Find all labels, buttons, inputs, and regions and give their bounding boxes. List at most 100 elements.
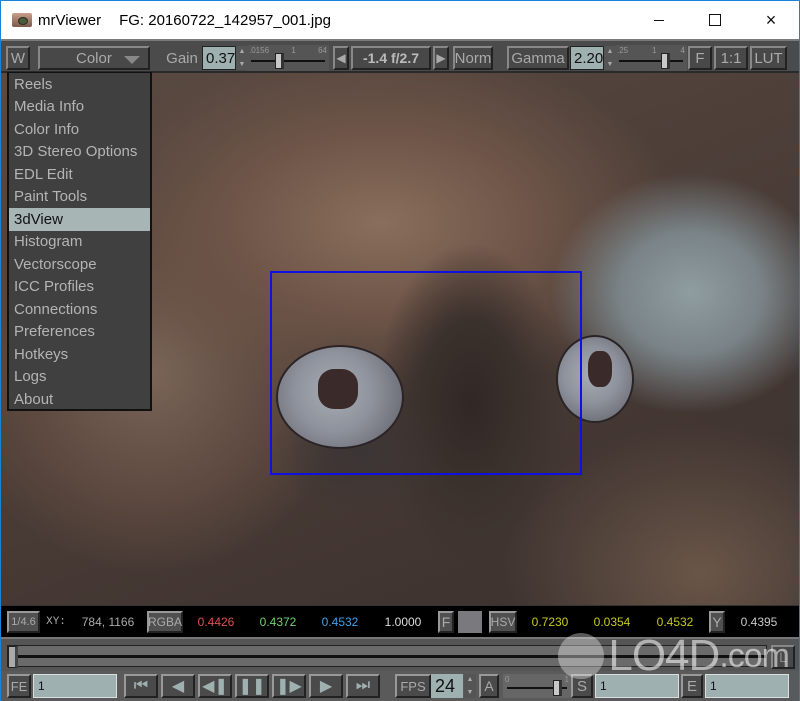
slider-track [251,60,325,62]
exposure-display[interactable]: -1.4 f/2.7 [351,46,431,70]
window-menu-button[interactable]: W [6,46,30,70]
gamma-button[interactable]: Gamma [507,46,569,70]
saturation-value: 0.0354 [593,615,631,629]
slider-tick: 4 [680,46,685,55]
start-frame-input[interactable]: 1 [595,674,679,698]
play-backward-button[interactable]: ◀❚ [198,674,232,698]
menu-item-connections[interactable]: Connections [9,298,150,321]
step-forward-button[interactable]: ▶ [309,674,343,698]
title-bar: mrViewer FG: 20160722_142957_001.jpg × [1,1,799,39]
lut-button[interactable]: LUT [750,46,787,70]
window-dropdown-menu: Reels Media Info Color Info 3D Stereo Optio… [7,72,152,411]
timeline-end-button[interactable]: L [771,645,795,669]
volume-slider-thumb[interactable] [553,680,562,696]
volume-slider[interactable]: 01 [503,674,571,698]
end-frame-button[interactable]: E [681,674,703,698]
end-frame-input[interactable]: 1 [705,674,789,698]
start-frame-button[interactable]: S [571,674,593,698]
spin-down-icon[interactable]: ▼ [467,687,474,698]
gamma-input[interactable]: 2.20 [570,46,604,70]
hue-value: 0.7230 [531,615,569,629]
timeline-thumb[interactable] [8,646,18,668]
close-button[interactable]: × [743,1,799,39]
fps-button[interactable]: FPS [395,674,431,698]
menu-item-logs[interactable]: Logs [9,366,150,389]
gamma-slider[interactable]: .25 1 4 [615,45,687,71]
menu-item-edl-edit[interactable]: EDL Edit [9,163,150,186]
exposure-next-button[interactable]: ▶ [433,46,449,70]
go-to-start-button[interactable]: ⏮ [124,674,158,698]
xy-value: 784, 1166 [81,615,135,629]
spin-up-icon[interactable]: ▲ [607,46,614,57]
app-eye-icon [12,13,32,27]
audio-button[interactable]: A [479,674,499,698]
slider-tick: 1 [291,46,296,55]
color-swatch [458,611,482,633]
gamma-slider-thumb[interactable] [661,53,670,69]
luminance-value: 0.4395 [740,615,778,629]
spin-down-icon[interactable]: ▼ [607,59,614,70]
float-button[interactable]: F [438,611,454,633]
step-back-button[interactable]: ◀ [161,674,195,698]
gain-label: Gain [166,49,198,67]
exposure-prev-button[interactable]: ◀ [333,46,349,70]
top-toolbar: W Color Gain 0.37 ▲ ▼ .0156 1 64 ◀ -1.4 f/2… [1,39,799,73]
slider-tick: 64 [318,46,327,55]
rgba-button[interactable]: RGBA [147,611,183,633]
slider-tick: 1 [652,46,657,55]
slider-tick: 1 [564,675,569,684]
blue-value: 0.4532 [321,615,359,629]
slider-tick: .0156 [249,46,270,55]
spin-down-icon[interactable]: ▼ [239,59,246,70]
menu-item-color-info[interactable]: Color Info [9,118,150,141]
menu-item-hotkeys[interactable]: Hotkeys [9,343,150,366]
app-title: mrViewer [38,11,102,29]
menu-item-3d-stereo-options[interactable]: 3D Stereo Options [9,141,150,164]
menu-item-media-info[interactable]: Media Info [9,96,150,119]
spin-up-icon[interactable]: ▲ [467,674,474,685]
app-window: mrViewer FG: 20160722_142957_001.jpg × W… [0,0,800,701]
menu-item-preferences[interactable]: Preferences [9,321,150,344]
norm-button[interactable]: Norm [453,46,493,70]
slider-tick: .25 [617,46,629,55]
zoom-button[interactable]: 1/4.6 [7,611,40,633]
playback-controls: FE 1 ⏮ ◀ ◀❚ ❚❚ ❚▶ ▶ ⏭ FPS 24 ▲ ▼ A 01 S 1 E 1 [1,671,799,701]
menu-item-vectorscope[interactable]: Vectorscope [9,253,150,276]
gain-slider[interactable]: .0156 1 64 [247,45,329,71]
timeline: L [1,637,799,671]
menu-item-reels[interactable]: Reels [9,73,150,96]
play-forward-button[interactable]: ❚▶ [272,674,306,698]
timeline-slider[interactable] [7,645,767,667]
file-title: FG: 20160722_142957_001.jpg [119,11,331,29]
menu-item-about[interactable]: About [9,388,150,411]
frame-mode-button[interactable]: FE [7,674,31,698]
minimize-button[interactable] [631,1,687,39]
xy-label: XY: [46,616,66,628]
green-value: 0.4372 [259,615,297,629]
frame-input[interactable]: 1 [33,674,117,698]
channel-select[interactable]: Color [38,46,150,70]
hsv-button[interactable]: HSV [489,611,517,633]
fps-input[interactable]: 24 [431,674,463,698]
red-value: 0.4426 [197,615,235,629]
pause-button[interactable]: ❚❚ [235,674,269,698]
spin-up-icon[interactable]: ▲ [239,46,246,57]
menu-item-3dview[interactable]: 3dView [9,208,150,231]
menu-item-paint-tools[interactable]: Paint Tools [9,186,150,209]
menu-item-icc-profiles[interactable]: ICC Profiles [9,276,150,299]
region-of-interest-box[interactable] [270,271,582,475]
alpha-value: 1.0000 [384,615,422,629]
pupil [588,351,612,387]
gain-slider-thumb[interactable] [275,53,284,69]
menu-item-histogram[interactable]: Histogram [9,231,150,254]
gain-input[interactable]: 0.37 [202,46,236,70]
luminance-button[interactable]: Y [709,611,725,633]
fps-spinner[interactable]: ▲ ▼ [464,674,476,698]
pixel-ratio-button[interactable]: 1:1 [714,46,748,70]
go-to-end-button[interactable]: ⏭ [346,674,380,698]
field-button[interactable]: F [688,46,712,70]
maximize-button[interactable] [687,1,743,39]
slider-track [619,60,683,62]
channel-select-value: Color [76,49,112,67]
slider-tick: 0 [505,675,510,684]
